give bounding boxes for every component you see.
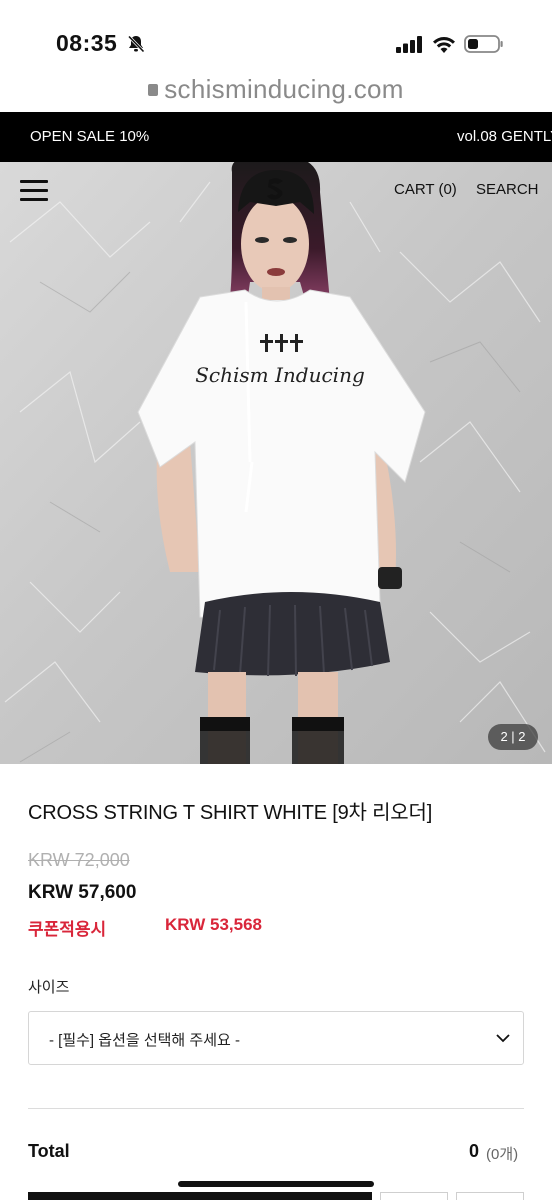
hamburger-menu-icon[interactable] <box>20 180 48 202</box>
marquee-text-sale: OPEN SALE 10% <box>30 128 150 145</box>
coupon-label: 쿠폰적용시 <box>28 920 107 939</box>
brand-logo-icon[interactable] <box>263 176 289 202</box>
total-count: (0개) <box>486 1146 519 1163</box>
product-photo: Schism Inducing <box>0 162 552 764</box>
url-text: schisminducing.com <box>164 74 404 104</box>
product-title: CROSS STRING T SHIRT WHITE [9차 리오더] <box>28 802 433 824</box>
search-link[interactable]: SEARCH <box>476 181 539 198</box>
home-indicator[interactable] <box>178 1181 374 1187</box>
address-bar[interactable]: schisminducing.com <box>0 74 552 112</box>
lock-icon <box>148 83 159 96</box>
promo-marquee[interactable]: OPEN SALE 10% vol.08 GENTLY <box>0 112 552 162</box>
bell-slash-icon <box>127 35 145 53</box>
wifi-icon <box>433 37 455 53</box>
size-select[interactable]: - [필수] 옵션을 선택해 주세요 - <box>28 1011 524 1065</box>
size-option-label: 사이즈 <box>28 979 70 996</box>
product-image-carousel[interactable]: Schism Inducing CART (0) SEARCH 2 | 2 <box>0 162 552 764</box>
cellular-signal-icon <box>396 36 422 53</box>
add-to-cart-button[interactable] <box>380 1192 448 1200</box>
shirt-print-text: Schism Inducing <box>195 363 365 387</box>
sale-price: KRW 57,600 <box>28 882 137 903</box>
battery-icon <box>464 35 503 53</box>
buy-now-button[interactable] <box>28 1192 372 1200</box>
cart-link[interactable]: CART (0) <box>394 181 457 198</box>
total-value: 0 <box>469 1141 480 1161</box>
slide-counter: 2 | 2 <box>488 724 538 750</box>
status-time: 08:35 <box>56 30 118 56</box>
marquee-text-volume: vol.08 GENTLY <box>457 128 552 145</box>
wishlist-button[interactable] <box>456 1192 524 1200</box>
status-bar: 08:35 <box>0 0 552 74</box>
total-label: Total <box>28 1141 70 1161</box>
purchase-buttons <box>28 1186 524 1200</box>
divider <box>28 1108 524 1109</box>
chevron-down-icon <box>496 1034 510 1043</box>
original-price: KRW 72,000 <box>28 850 130 870</box>
size-select-placeholder: - [필수] 옵션을 선택해 주세요 - <box>49 1032 240 1049</box>
coupon-price: KRW 53,568 <box>165 915 263 934</box>
